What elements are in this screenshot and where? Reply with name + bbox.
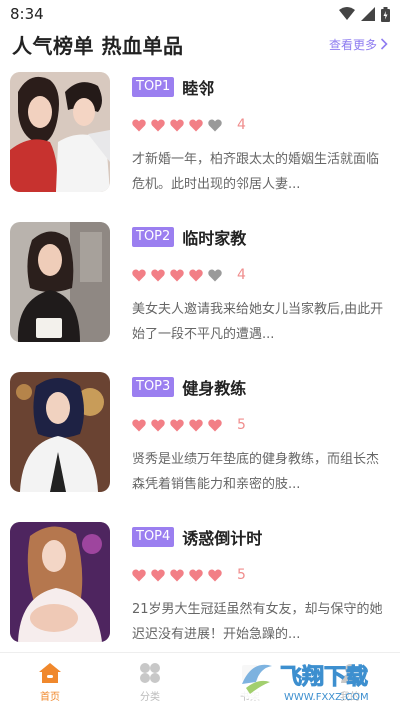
rank-badge: TOP2: [132, 227, 175, 247]
heart-icon: [189, 568, 203, 581]
heart-icon: [151, 568, 165, 581]
item-title: 临时家教: [182, 229, 247, 248]
heart-icon: [208, 268, 222, 281]
heart-icon: [132, 268, 146, 281]
svg-text:WWW.FXXZ.COM: WWW.FXXZ.COM: [284, 692, 369, 703]
heart-icon: [132, 568, 146, 581]
heart-icon: [189, 418, 203, 431]
wifi-icon: [339, 7, 355, 20]
battery-icon: [381, 6, 390, 22]
cover-image[interactable]: [10, 522, 110, 642]
item-description: 美女夫人邀请我来给她女儿当家教后,由此开始了一段不平凡的遭遇...: [132, 302, 384, 342]
watermark-text: 飞翔下载: [280, 664, 368, 690]
rating-value: 4: [237, 117, 246, 133]
rating: 4: [132, 117, 386, 133]
item-description: 21岁男大生冠廷虽然有女友，却与保守的她迟迟没有进展！开始急躁的...: [132, 602, 383, 642]
heart-icon: [151, 268, 165, 281]
home-icon: [39, 662, 61, 683]
tab-label: 分类: [140, 691, 160, 703]
chevron-right-icon: [380, 38, 388, 50]
title-row: TOP2 临时家教: [132, 226, 386, 248]
title-row: TOP1 睦邻: [132, 76, 386, 98]
item-description: 贤秀是业绩万年垫底的健身教练，而组长杰森凭着销售能力和亲密的肢...: [132, 452, 380, 492]
cover-image[interactable]: [10, 72, 110, 192]
heart-icon: [151, 118, 165, 131]
heart-icon: [170, 418, 184, 431]
cover-image[interactable]: [10, 372, 110, 492]
rating-value: 5: [237, 567, 246, 583]
card-body: TOP2 临时家教 4 美女夫人邀请我来给她女儿当家教后,由此开始了一段不平凡的…: [132, 226, 386, 347]
rating-value: 4: [237, 267, 246, 283]
heart-icon: [170, 268, 184, 281]
title-row: TOP4 诱惑倒计时: [132, 526, 386, 548]
card-body: TOP1 睦邻 4 才新婚一年，柏齐跟太太的婚姻生活就面临危机。此时出现的邻居人…: [132, 76, 386, 197]
status-icons: [339, 6, 390, 22]
heart-icon: [189, 118, 203, 131]
card-body: TOP3 健身教练 5 贤秀是业绩万年垫底的健身教练，而组长杰森凭着销售能力和亲…: [132, 376, 386, 497]
category-icon: [140, 662, 160, 683]
heart-icon: [208, 418, 222, 431]
list-item[interactable]: TOP1 睦邻 4 才新婚一年，柏齐跟太太的婚姻生活就面临危机。此时出现的邻居人…: [0, 72, 400, 202]
heart-icon: [132, 118, 146, 131]
item-title: 睦邻: [182, 79, 215, 98]
heart-icon: [170, 118, 184, 131]
heart-icon: [132, 418, 146, 431]
section-header: 人气榜单 热血单品 查看更多: [12, 30, 388, 58]
list-item[interactable]: TOP4 诱惑倒计时 5 21岁男大生冠廷虽然有女友，却与保守的她迟迟没有进展！…: [0, 522, 400, 652]
heart-icon: [208, 568, 222, 581]
rating-value: 5: [237, 417, 246, 433]
tab-category[interactable]: 分类: [100, 653, 200, 711]
svg-text:飞翔下载: 飞翔下载: [280, 664, 368, 690]
section-title: 人气榜单 热血单品: [12, 33, 184, 58]
rating: 4: [132, 267, 386, 283]
card-body: TOP4 诱惑倒计时 5 21岁男大生冠廷虽然有女友，却与保守的她迟迟没有进展！…: [132, 526, 386, 647]
rank-badge: TOP3: [132, 377, 175, 397]
item-title: 诱惑倒计时: [182, 529, 263, 548]
tab-label: 首页: [40, 691, 60, 703]
title-row: TOP3 健身教练: [132, 376, 386, 398]
item-title: 健身教练: [182, 379, 247, 398]
status-bar: 8:34: [0, 0, 400, 28]
signal-icon: [361, 7, 375, 21]
list-item[interactable]: TOP3 健身教练 5 贤秀是业绩万年垫底的健身教练，而组长杰森凭着销售能力和亲…: [0, 372, 400, 502]
rank-badge: TOP4: [132, 527, 175, 547]
watermark-url: WWW.FXXZ.COM: [284, 692, 369, 703]
rating: 5: [132, 417, 386, 433]
list-item[interactable]: TOP2 临时家教 4 美女夫人邀请我来给她女儿当家教后,由此开始了一段不平凡的…: [0, 222, 400, 352]
heart-icon: [151, 418, 165, 431]
item-description: 才新婚一年，柏齐跟太太的婚姻生活就面临危机。此时出现的邻居人妻...: [132, 152, 380, 192]
cover-image[interactable]: [10, 222, 110, 342]
heart-icon: [208, 118, 222, 131]
watermark-logo: 飞翔下载 WWW.FXXZ.COM: [234, 656, 369, 703]
view-more-link[interactable]: 查看更多: [329, 36, 388, 53]
view-more-label: 查看更多: [328, 37, 377, 52]
heart-icon: [189, 268, 203, 281]
rating: 5: [132, 567, 386, 583]
watermark: 飞翔下载 WWW.FXXZ.COM: [232, 652, 392, 708]
heart-icon: [170, 568, 184, 581]
rank-badge: TOP1: [132, 77, 175, 97]
status-time: 8:34: [10, 5, 44, 23]
tab-home[interactable]: 首页: [0, 653, 100, 711]
